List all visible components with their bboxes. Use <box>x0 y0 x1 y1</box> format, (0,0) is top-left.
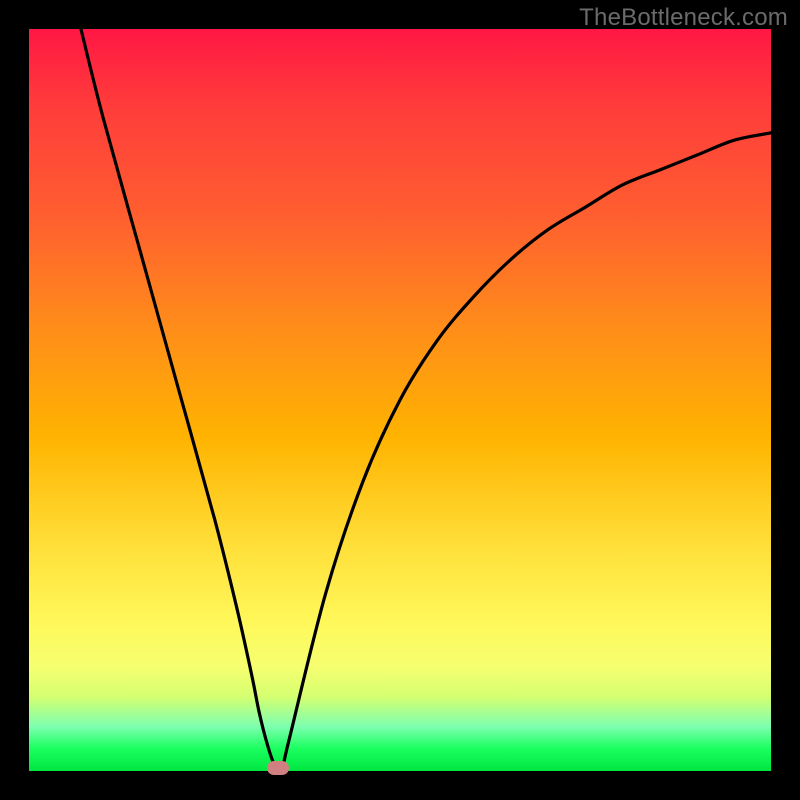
bottleneck-curve <box>81 29 771 771</box>
optimal-marker <box>267 761 289 775</box>
curve-layer <box>29 29 771 771</box>
plot-area <box>29 29 771 771</box>
chart-frame: TheBottleneck.com <box>0 0 800 800</box>
watermark-text: TheBottleneck.com <box>579 4 788 32</box>
